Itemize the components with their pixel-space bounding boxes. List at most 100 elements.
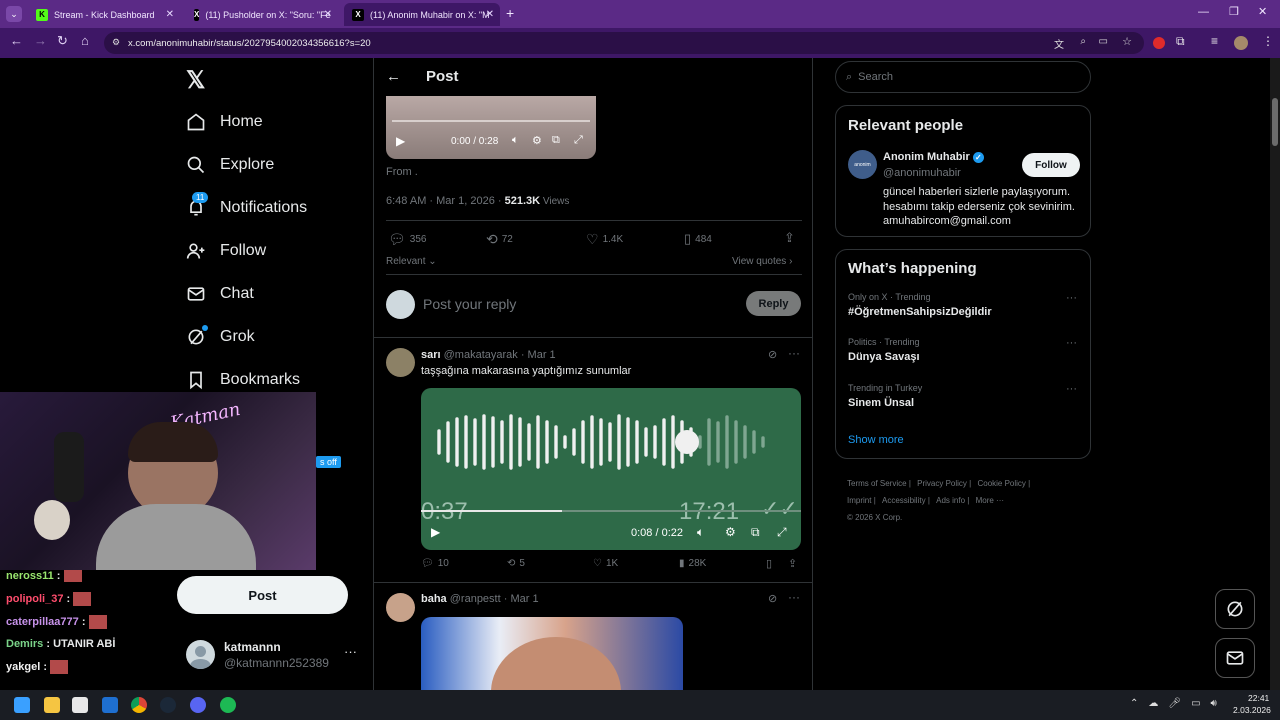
spotify-icon[interactable] — [220, 697, 236, 713]
nav-chat[interactable]: Chat — [186, 284, 254, 304]
share-icon[interactable]: ⇪ — [788, 557, 797, 570]
forward-icon[interactable]: → — [34, 33, 47, 48]
back-icon[interactable]: ← — [386, 68, 401, 85]
footer-link[interactable]: Terms of Service — [847, 479, 907, 488]
nav-follow[interactable]: Follow — [186, 241, 266, 261]
more-icon[interactable]: ··· — [344, 644, 357, 659]
browser-tab-kick[interactable]: K Stream - Kick Dashboard ✕ — [28, 3, 180, 26]
play-icon[interactable]: ▶ — [396, 134, 405, 148]
minimize-button[interactable]: — — [1198, 6, 1209, 18]
footer-link[interactable]: Cookie Policy — [977, 479, 1025, 488]
tweet-reply[interactable]: baha @ranpestt · Mar 1 ⊘ ··· — [374, 583, 812, 690]
translate-icon[interactable]: 文 — [1054, 36, 1064, 51]
url-field[interactable]: ⚙ x.com/anonimuhabir/status/202795400203… — [104, 32, 1144, 54]
messages-float-button[interactable] — [1215, 638, 1255, 678]
more-icon[interactable]: ··· — [1066, 337, 1077, 349]
close-icon[interactable]: ✕ — [166, 9, 174, 20]
like-action[interactable]: ♡ 1K — [593, 558, 618, 569]
person-name[interactable]: Anonim Muhabir ✓ — [883, 151, 984, 163]
view-quotes-link[interactable]: View quotes › — [732, 256, 792, 267]
video-player[interactable]: ▶ 0:00 / 0:28 🔈︎ ⚙ ⧉ ⤢ — [386, 96, 596, 159]
nav-home[interactable]: Home — [186, 112, 263, 132]
reply-input[interactable]: Post your reply — [423, 296, 516, 312]
reply-action[interactable]: 💬︎ 10 — [421, 558, 449, 569]
back-icon[interactable]: ← — [10, 33, 23, 48]
search-bar[interactable]: ⌕ Search — [835, 61, 1091, 93]
discord-icon[interactable] — [190, 697, 206, 713]
browser-tab-pusholder[interactable]: X (11) Pusholder on X: "Soru: "Fe ✕ — [186, 3, 338, 26]
zoom-icon[interactable]: ⌕ — [1080, 36, 1086, 47]
outlook-icon[interactable] — [102, 697, 118, 713]
footer-link[interactable]: More ··· — [976, 496, 1004, 505]
close-window-button[interactable]: ✕ — [1258, 5, 1267, 18]
nav-explore[interactable]: Explore — [186, 155, 274, 175]
extensions-icon[interactable]: ⧉ — [1176, 34, 1185, 49]
footer-link[interactable]: Imprint — [847, 496, 871, 505]
close-icon[interactable]: ✕ — [486, 9, 494, 20]
fullscreen-icon[interactable]: ⤢ — [574, 134, 583, 147]
tray-icons[interactable]: ⌃☁🎤︎▭🔊︎ — [1130, 698, 1227, 709]
video-player[interactable]: 0:37 17:21 ✓✓ ▶ 0:08 / 0:22 🔈︎ ⚙ ⧉ ⤢ — [421, 388, 801, 550]
new-tab-button[interactable]: + — [506, 5, 514, 21]
trend-item[interactable]: Trending in Turkey Sinem Ünsal ··· — [836, 379, 1090, 421]
extension-record-icon[interactable] — [1153, 37, 1165, 49]
tweet-media[interactable] — [421, 617, 683, 690]
clock-date[interactable]: 2.03.2026 — [1233, 705, 1271, 715]
close-icon[interactable]: ✕ — [324, 9, 332, 20]
more-icon[interactable]: ··· — [788, 590, 800, 604]
store-icon[interactable] — [72, 697, 88, 713]
page-scrollbar[interactable] — [1270, 58, 1280, 690]
nav-bookmarks[interactable]: Bookmarks — [186, 370, 300, 390]
x-logo-icon[interactable]: 𝕏 — [186, 66, 205, 95]
bookmark-action[interactable]: ▯ 484 — [684, 231, 712, 247]
trend-item[interactable]: Politics · Trending Dünya Savaşı ··· — [836, 333, 1090, 375]
settings-icon[interactable]: ⚙ — [532, 134, 542, 147]
more-icon[interactable]: ··· — [1066, 292, 1077, 304]
tab-list-button[interactable]: ⌄ — [6, 6, 22, 22]
profile-avatar[interactable] — [1234, 36, 1248, 50]
tweet-reply[interactable]: sarı @makatayarak · Mar 1 ⊘ ··· taşşağın… — [374, 338, 812, 582]
bookmark-icon[interactable]: ▯ — [766, 557, 772, 570]
steam-icon[interactable] — [160, 697, 176, 713]
more-icon[interactable]: ··· — [1066, 383, 1077, 395]
nav-notifications[interactable]: 11 Notifications — [186, 192, 307, 218]
fullscreen-icon[interactable]: ⤢ — [777, 525, 787, 540]
repost-action[interactable]: ⟲ 5 — [507, 558, 525, 569]
avatar[interactable]: anonim — [848, 150, 877, 179]
chrome-icon[interactable] — [131, 697, 147, 713]
file-explorer-icon[interactable] — [44, 697, 60, 713]
post-button[interactable]: Post — [177, 576, 348, 614]
repost-action[interactable]: ⟲ 72 — [486, 231, 513, 248]
account-switcher[interactable]: katmannn @katmannn252389 ··· — [186, 638, 361, 674]
home-browser-icon[interactable]: ⌂ — [81, 33, 89, 48]
clock-time[interactable]: 22:41 — [1248, 693, 1269, 703]
views-action[interactable]: ▮ 28K — [679, 558, 706, 569]
settings-icon[interactable]: ⚙ — [725, 525, 736, 539]
site-info-icon[interactable]: ⚙ — [112, 37, 120, 48]
follow-button[interactable]: Follow — [1022, 153, 1080, 177]
pip-icon[interactable]: ⧉ — [552, 134, 560, 147]
show-more-link[interactable]: Show more — [848, 434, 904, 446]
play-icon[interactable]: ▶ — [431, 525, 440, 539]
reload-icon[interactable]: ↻ — [57, 33, 68, 49]
volume-icon[interactable]: 🔈︎ — [512, 134, 519, 147]
scrollbar-thumb[interactable] — [1272, 98, 1278, 146]
menu-icon[interactable]: ⋮ — [1262, 34, 1274, 48]
reply-button[interactable]: Reply — [746, 291, 801, 316]
grok-icon[interactable]: ⊘ — [768, 348, 777, 361]
grok-icon[interactable]: ⊘ — [768, 592, 777, 605]
reply-action[interactable]: 💬︎ 356 — [388, 231, 426, 248]
trend-item[interactable]: Only on X · Trending #ÖğretmenSahipsizDe… — [836, 288, 1090, 330]
footer-link[interactable]: Privacy Policy — [917, 479, 967, 488]
video-progress-track[interactable] — [392, 120, 590, 122]
grok-float-button[interactable] — [1215, 589, 1255, 629]
volume-icon[interactable]: 🔈︎ — [697, 525, 704, 540]
more-icon[interactable]: ··· — [788, 346, 800, 360]
browser-tab-anonim[interactable]: X (11) Anonim Muhabir on X: "M ✕ — [344, 3, 500, 26]
sort-relevant-dropdown[interactable]: Relevant ⌄ — [386, 256, 437, 267]
like-action[interactable]: ♡ 1.4K — [586, 231, 623, 248]
media-icon[interactable]: ≡ — [1211, 34, 1218, 48]
windows-start-icon[interactable] — [14, 697, 30, 713]
share-icon[interactable]: ⇪ — [784, 230, 795, 246]
footer-link[interactable]: Ads info — [936, 496, 965, 505]
